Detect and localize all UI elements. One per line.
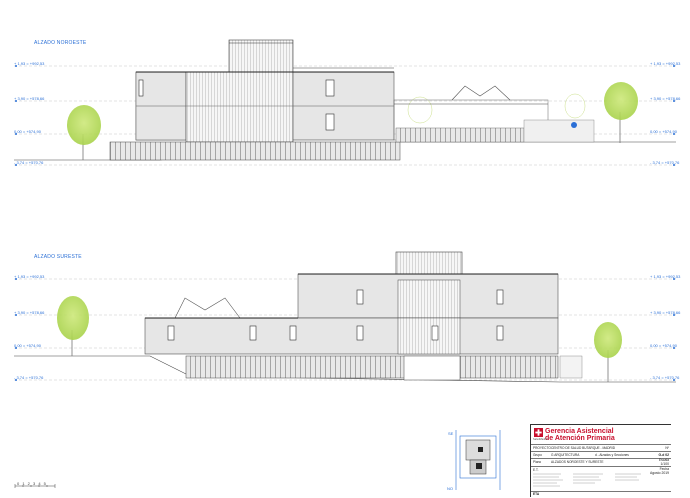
- level-label: + 1,93 = +992,53: [650, 61, 681, 66]
- keyplan-label-no: NO: [447, 486, 453, 491]
- tree-icon: [57, 296, 89, 356]
- level-label: + 3,90 = +578,66: [650, 96, 681, 101]
- level-label: 0,00 = +574,90: [14, 343, 41, 348]
- elevation-title-noroeste: ALZADO NOROESTE: [34, 40, 87, 46]
- plane-value: ALZADOS NOROESTE Y SURESTE: [551, 460, 604, 464]
- scale-bar-label: 0 1 2 3 4 5: [17, 481, 47, 486]
- footer-text: ETA: [533, 492, 540, 496]
- level-label: + 1,93 = +992,53: [14, 61, 45, 66]
- drawing-sheet: ALZADO NOROESTE ALZADO SURESTE + 1,93 = …: [0, 0, 690, 498]
- number-value: G-d 02: [658, 453, 669, 457]
- level-label: + 3,90 = +578,66: [14, 96, 45, 101]
- tree-icon: [594, 322, 622, 382]
- title-block: Gerencia Asistencial de Atención Primari…: [530, 424, 671, 497]
- organization-name: Gerencia Asistencial de Atención Primari…: [545, 428, 615, 442]
- key-plan: [455, 430, 501, 490]
- level-label: - 3,74 = +570,76: [650, 375, 680, 380]
- keyplan-label-se: SE: [448, 431, 454, 436]
- author-label: Grupo: [533, 453, 542, 457]
- author-value: G ARQUITECTURA: [551, 453, 580, 457]
- level-label: - 3,74 = +570,76: [14, 160, 44, 165]
- date-value: Agosto 2019: [649, 471, 669, 475]
- plane-label: Plano: [533, 460, 542, 464]
- level-label: 0,00 = +574,90: [650, 343, 677, 348]
- elevation-noroeste: [14, 39, 676, 166]
- level-label: 0,00 = +574,90: [650, 129, 677, 134]
- level-label: + 1,93 = +992,53: [650, 274, 681, 279]
- level-label: - 3,74 = +570,76: [650, 160, 680, 165]
- org-sub: SaludMadrid: [533, 438, 548, 441]
- level-label: + 1,93 = +992,53: [14, 274, 45, 279]
- salud-madrid-logo-icon: [534, 428, 543, 437]
- level-label: + 3,90 = +578,66: [14, 310, 45, 315]
- level-label: - 3,74 = +570,76: [14, 375, 44, 380]
- elevation-title-sureste: ALZADO SURESTE: [34, 254, 82, 260]
- number-label: Nº: [665, 446, 669, 450]
- project-value: CENTRO DE SALUD BUTARQUE - MADRID: [551, 446, 616, 450]
- org-line-1: Gerencia Asistencial: [545, 428, 614, 435]
- project-label: PROYECTO: [533, 446, 551, 450]
- level-label: 0,00 = +574,90: [14, 129, 41, 134]
- tree-icon: [67, 105, 101, 160]
- elevation-sureste: [14, 251, 676, 383]
- section-value: d - Alzados y Secciones: [595, 453, 629, 457]
- signature-text-block: [533, 473, 641, 487]
- org-line-2: de Atención Primaria: [545, 435, 615, 443]
- level-label: + 3,90 = +578,66: [650, 310, 681, 315]
